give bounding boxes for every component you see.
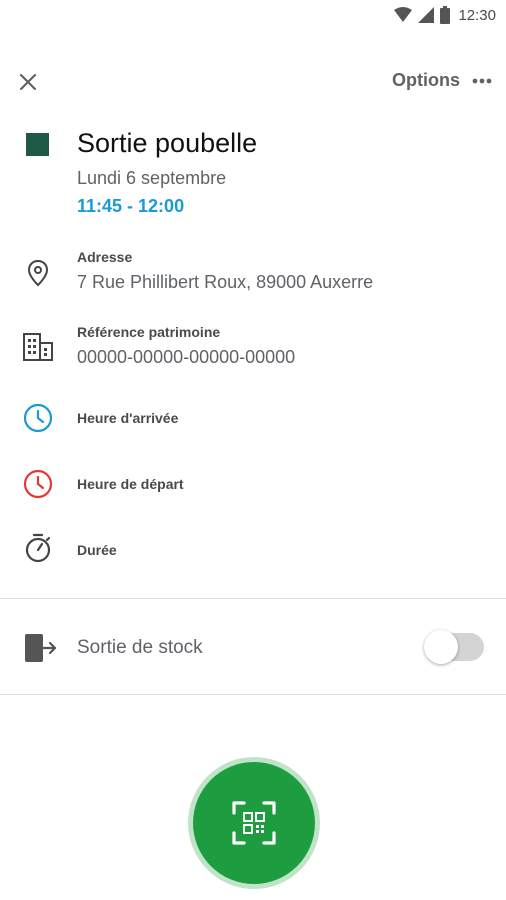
toggle-knob <box>424 630 458 664</box>
stock-exit-label: Sortie de stock <box>77 637 203 658</box>
event-title: Sortie poubelle <box>77 128 258 158</box>
patrimony-value: 00000-00000-00000-00000 <box>77 347 296 367</box>
signal-icon <box>418 7 435 23</box>
event-time-range: 11:45 - 12:00 <box>77 196 185 216</box>
clock-icon <box>23 403 53 433</box>
qr-scan-button[interactable] <box>193 762 315 884</box>
qr-scan-icon <box>232 801 276 845</box>
options-label: Options <box>392 70 460 90</box>
close-button[interactable] <box>14 68 42 96</box>
close-icon <box>19 73 37 91</box>
status-icons: 12:30 <box>394 6 496 24</box>
status-time: 12:30 <box>458 6 496 24</box>
status-bar: 12:30 <box>0 0 506 34</box>
more-horizontal-icon <box>472 78 492 83</box>
event-color-square <box>26 133 49 156</box>
address-label: Adresse <box>77 249 133 265</box>
options-button[interactable]: Options <box>392 70 492 91</box>
building-icon <box>23 333 53 361</box>
exit-icon <box>25 634 57 662</box>
event-date: Lundi 6 septembre <box>77 168 227 188</box>
divider <box>0 598 506 599</box>
departure-time-label[interactable]: Heure de départ <box>77 476 184 492</box>
duration-label: Durée <box>77 542 117 558</box>
divider <box>0 694 506 695</box>
battery-icon <box>440 6 451 24</box>
departure-time-button[interactable] <box>22 468 54 500</box>
address-value: 7 Rue Phillibert Roux, 89000 Auxerre <box>77 272 374 292</box>
arrival-time-label[interactable]: Heure d'arrivée <box>77 410 178 426</box>
location-pin-icon <box>27 259 49 287</box>
clock-icon <box>23 469 53 499</box>
stock-exit-toggle[interactable] <box>424 629 486 665</box>
top-bar: Options <box>0 60 506 104</box>
wifi-icon <box>394 7 413 22</box>
arrival-time-button[interactable] <box>22 402 54 434</box>
patrimony-label: Référence patrimoine <box>77 324 221 340</box>
stopwatch-icon <box>25 533 51 563</box>
